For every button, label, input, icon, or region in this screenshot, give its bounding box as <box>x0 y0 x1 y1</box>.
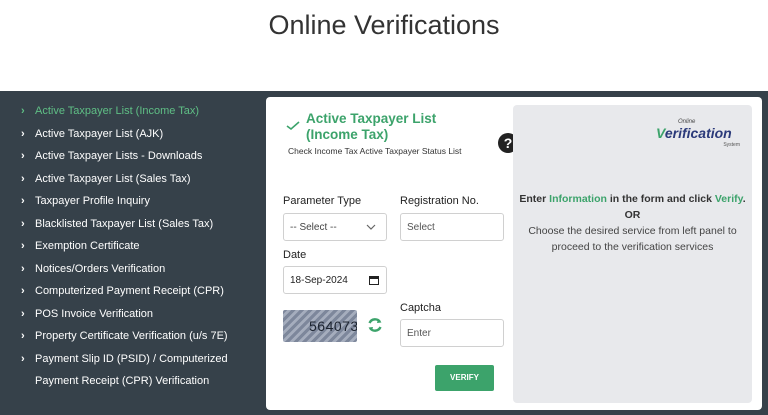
parameter-type-value: -- Select -- <box>290 222 337 233</box>
sidebar-item-blacklisted-taxpayer[interactable]: › Blacklisted Taxpayer List (Sales Tax) <box>0 217 262 240</box>
parameter-type-label: Parameter Type <box>283 195 362 207</box>
sidebar-item-exemption-certificate[interactable]: › Exemption Certificate <box>0 239 262 262</box>
captcha-label: Captcha <box>400 302 441 314</box>
or-separator: OR <box>624 209 641 221</box>
parameter-type-select[interactable]: -- Select -- <box>283 213 387 241</box>
date-input[interactable]: 18-Sep-2024 <box>283 266 387 294</box>
info-line2: Choose the desired service from left pan… <box>528 225 737 253</box>
chevron-right-icon: › <box>21 105 25 117</box>
verify-button[interactable]: VERIFY <box>435 365 494 391</box>
chevron-right-icon: › <box>21 127 25 140</box>
sidebar-item-active-taxpayer-ajk[interactable]: › Active Taxpayer List (AJK) <box>0 127 262 150</box>
sidebar-item-label: Computerized Payment Receipt (CPR) <box>35 285 224 297</box>
chevron-right-icon: › <box>21 172 25 185</box>
date-label: Date <box>283 249 307 261</box>
form-title: Active Taxpayer List (Income Tax) <box>306 111 437 142</box>
chevron-right-icon: › <box>21 150 25 162</box>
chevron-right-icon: › <box>21 307 25 320</box>
sidebar-item-label: Taxpayer Profile Inquiry <box>35 195 150 207</box>
registration-label: Registration No. <box>400 195 479 207</box>
sidebar-item-label: Active Taxpayer List (AJK) <box>35 127 164 140</box>
form-subtitle: Check Income Tax Active Taxpayer Status … <box>288 146 462 156</box>
refresh-icon[interactable] <box>367 317 383 333</box>
sidebar-item-label: Blacklisted Taxpayer List (Sales Tax) <box>35 217 214 230</box>
captcha-input[interactable] <box>400 319 504 347</box>
chevron-down-icon <box>366 224 376 230</box>
check-icon <box>286 121 300 131</box>
captcha-image: 564073 <box>283 310 357 342</box>
chevron-right-icon: › <box>21 262 25 275</box>
sidebar: › Active Taxpayer List (Income Tax) › Ac… <box>0 104 262 396</box>
sidebar-item-cpr[interactable]: › Computerized Payment Receipt (CPR) <box>0 284 262 307</box>
chevron-right-icon: › <box>21 217 25 230</box>
info-instructions: Enter Information in the form and click … <box>513 191 752 255</box>
sidebar-item-active-taxpayer-income-tax[interactable]: › Active Taxpayer List (Income Tax) <box>0 104 262 127</box>
sidebar-item-label: Notices/Orders Verification <box>35 262 166 275</box>
chevron-right-icon: › <box>21 285 25 297</box>
sidebar-item-label: POS Invoice Verification <box>35 307 154 320</box>
sidebar-item-notices-orders[interactable]: › Notices/Orders Verification <box>0 262 262 285</box>
verification-panel: Active Taxpayer List (Income Tax) Check … <box>266 97 762 410</box>
registration-input[interactable] <box>400 213 504 241</box>
sidebar-item-pos-invoice[interactable]: › POS Invoice Verification <box>0 307 262 330</box>
sidebar-item-psid-cpr[interactable]: › Payment Slip ID (PSID) / Computerized P… <box>0 352 262 396</box>
sidebar-item-label: Payment Slip ID (PSID) / Computerized Pay… <box>35 352 228 387</box>
logo-system-text: System <box>723 142 740 148</box>
logo-main-text: Verification <box>656 125 732 141</box>
sidebar-item-label: Property Certificate Verification (u/s 7… <box>35 330 228 342</box>
sidebar-item-label: Active Taxpayer List (Income Tax) <box>35 105 200 117</box>
calendar-icon[interactable] <box>369 275 379 285</box>
date-value: 18-Sep-2024 <box>290 275 348 286</box>
sidebar-item-active-taxpayer-sales-tax[interactable]: › Active Taxpayer List (Sales Tax) <box>0 172 262 195</box>
sidebar-item-active-taxpayer-downloads[interactable]: › Active Taxpayer Lists - Downloads <box>0 149 262 172</box>
chevron-right-icon: › <box>21 330 25 342</box>
chevron-right-icon: › <box>21 352 25 365</box>
sidebar-item-taxpayer-profile-inquiry[interactable]: › Taxpayer Profile Inquiry <box>0 194 262 217</box>
sidebar-item-label: Active Taxpayer Lists - Downloads <box>35 150 203 162</box>
sidebar-item-label: Exemption Certificate <box>35 240 140 252</box>
captcha-text: 564073 <box>309 318 357 334</box>
chevron-right-icon: › <box>21 240 25 252</box>
sidebar-item-label: Active Taxpayer List (Sales Tax) <box>35 172 191 185</box>
online-verification-logo: Online Verification System <box>656 119 742 149</box>
chevron-right-icon: › <box>21 195 25 207</box>
info-box: Online Verification System Enter Informa… <box>513 105 752 403</box>
page-title: Online Verifications <box>268 10 500 40</box>
